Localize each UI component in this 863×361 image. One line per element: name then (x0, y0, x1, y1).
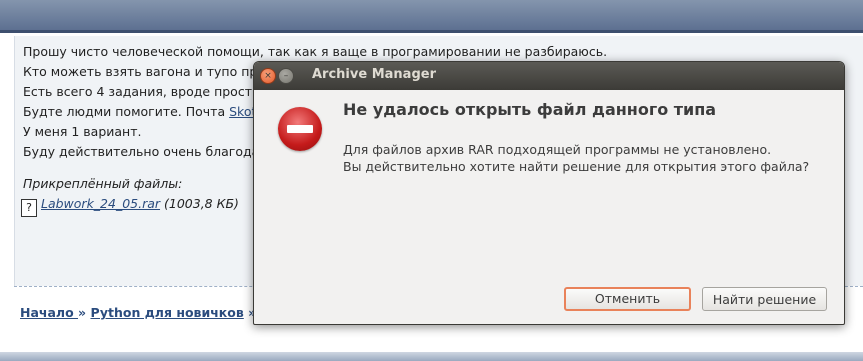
error-icon (278, 107, 322, 151)
unknown-file-icon: ? (21, 199, 37, 217)
forum-bottom-band (0, 352, 863, 361)
archive-manager-dialog: × – Archive Manager Не удалось открыть ф… (253, 61, 845, 325)
attachment-link[interactable]: Labwork_24_05.rar (41, 196, 160, 211)
post-line: Прошу чисто человеческой помощи, так как… (23, 44, 608, 59)
dialog-titlebar[interactable]: × – Archive Manager (254, 62, 844, 90)
attachments-title: Прикреплённый файлы: (23, 176, 183, 191)
breadcrumb: Начало » Python для новичков » Н (20, 305, 271, 320)
find-solution-button[interactable]: Найти решение (702, 287, 827, 311)
attachment-size: (1003,8 КБ) (164, 196, 239, 211)
minimize-icon[interactable]: – (278, 68, 294, 84)
forum-header-band (0, 0, 863, 30)
dialog-message: Для файлов архив RAR подходящей программ… (343, 141, 809, 175)
dialog-message-line: Для файлов архив RAR подходящей программ… (343, 142, 772, 157)
dialog-heading: Не удалось открыть файл данного типа (343, 100, 717, 119)
breadcrumb-home[interactable]: Начало (20, 305, 78, 320)
breadcrumb-section[interactable]: Python для новичков (90, 305, 243, 320)
breadcrumb-separator: » (78, 305, 87, 320)
post-line-text: Будте людми помогите. Почта (23, 104, 230, 119)
close-icon[interactable]: × (260, 68, 276, 84)
cancel-button[interactable]: Отменить (564, 287, 691, 311)
dialog-title: Archive Manager (312, 67, 436, 82)
dialog-message-line: Вы действительно хотите найти решение дл… (343, 159, 810, 174)
error-icon-bar (287, 125, 313, 133)
attachment-item: ? Labwork_24_05.rar (1003,8 КБ) (21, 196, 239, 217)
